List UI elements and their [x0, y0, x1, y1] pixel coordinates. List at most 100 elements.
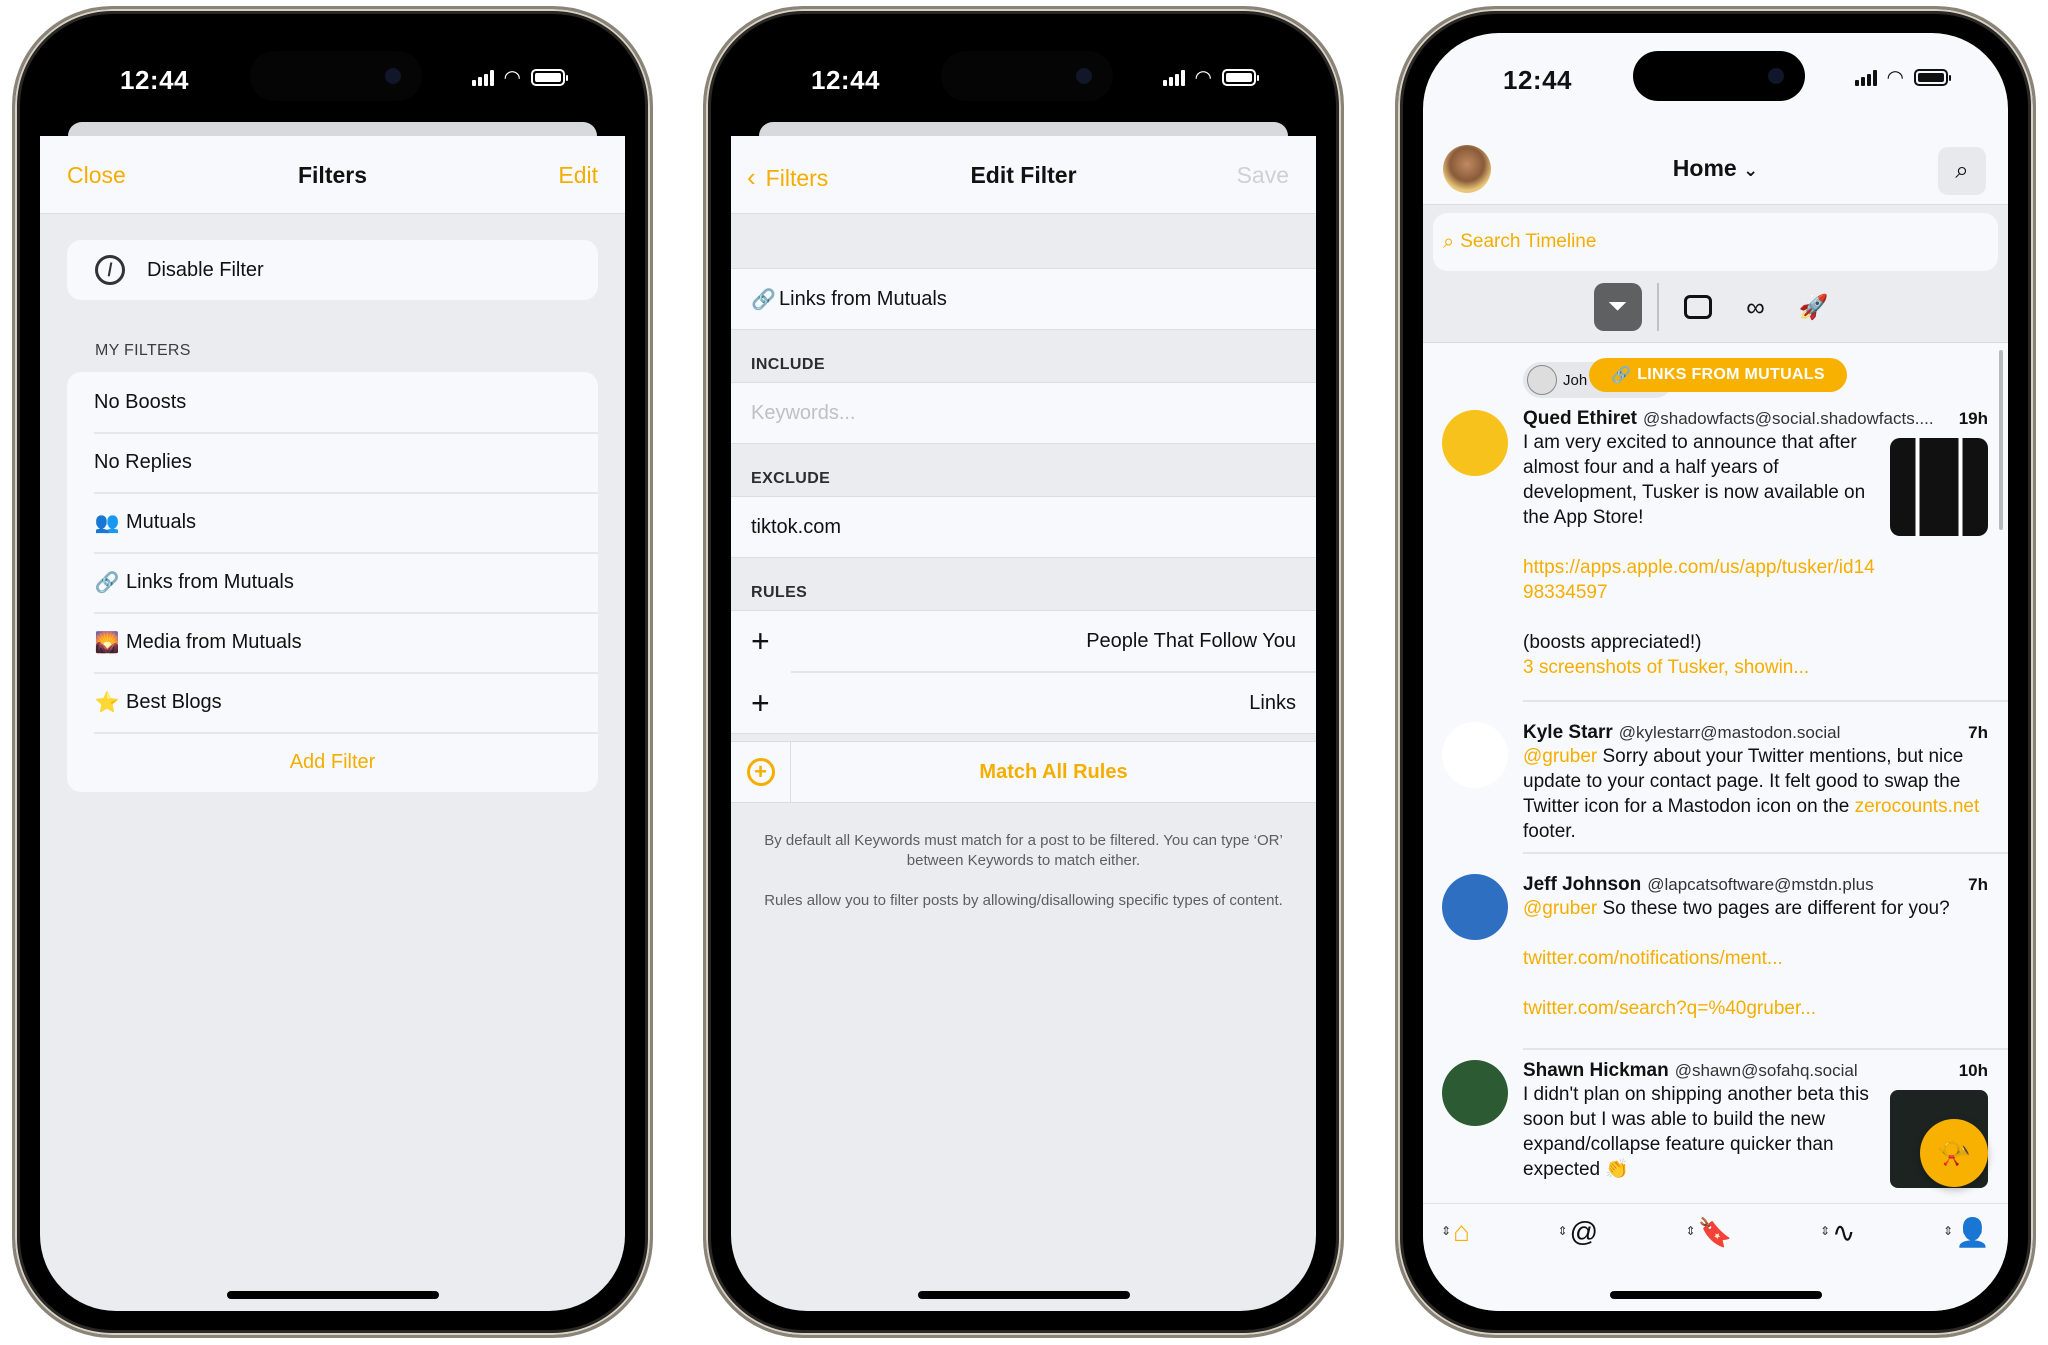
mention-link[interactable]: @gruber — [1523, 746, 1597, 767]
post-text: So these two pages are different for you… — [1597, 898, 1950, 919]
post-text: I didn't plan on shipping another beta t… — [1523, 1084, 1869, 1180]
status-bar: 12:44 ◠ — [1423, 33, 2008, 133]
post-author: Qued Ethiret — [1523, 408, 1638, 429]
post-link[interactable]: zerocounts.net — [1855, 796, 1980, 817]
battery-icon — [1222, 69, 1259, 86]
post-link[interactable]: https://apps.apple.com/us/app/tusker/id1… — [1523, 555, 1883, 605]
filter-label: Links from Mutuals — [126, 570, 294, 593]
signal-icon — [471, 69, 494, 86]
disable-filter-button[interactable]: / Disable Filter — [67, 240, 598, 300]
match-label: Match All Rules — [979, 760, 1128, 783]
save-button[interactable]: Save — [1237, 162, 1289, 189]
sunrise-icon: 🌄 — [94, 631, 120, 654]
post-avatar[interactable] — [1442, 1060, 1508, 1126]
post[interactable]: Qued Ethiret @shadowfacts@social.shadowfa… — [1423, 408, 2008, 680]
back-button[interactable]: ‹ Filters — [747, 162, 828, 193]
divider — [1523, 700, 2008, 702]
post-time: 10h — [1958, 1061, 1988, 1080]
edit-button[interactable]: Edit — [558, 162, 598, 189]
post[interactable]: Shawn Hickman @shawn@sofahq.social 10h I d… — [1423, 1060, 2008, 1203]
post-author: Kyle Starr — [1523, 722, 1613, 743]
exclude-keywords-input[interactable]: tiktok.com — [731, 497, 1316, 557]
status-time: 12:44 — [1503, 65, 1572, 95]
tab-home[interactable]: ⇕ ⌂ — [1441, 1216, 1470, 1256]
post-avatar[interactable] — [1442, 722, 1508, 788]
reorder-icon: ⇕ — [1441, 1224, 1452, 1238]
mention-link[interactable]: @gruber — [1523, 898, 1597, 919]
compose-button[interactable]: 📯 — [1920, 1119, 1988, 1187]
match-all-rules-button[interactable]: + Match All Rules — [731, 742, 1316, 802]
rules-group: + People That Follow You + Links — [731, 610, 1316, 734]
nav-bar: ‹ Filters Edit Filter Save — [731, 136, 1316, 214]
trumpet-icon: 📯 — [1936, 1137, 1972, 1169]
star-icon: ⭐ — [94, 691, 120, 714]
rules-label: RULES — [751, 584, 808, 601]
filter-name-field[interactable]: 🔗 Links from Mutuals — [731, 269, 1316, 329]
edit-filter-sheet: ‹ Filters Edit Filter Save 🔗 Links from M… — [731, 136, 1316, 1311]
include-keywords-input[interactable]: Keywords... — [731, 383, 1316, 443]
media-description[interactable]: 3 screenshots of Tusker, showin... — [1523, 655, 1878, 680]
boosts-filter-button[interactable]: 🚀 — [1790, 283, 1838, 331]
post-link[interactable]: twitter.com/notifications/ment... — [1523, 946, 1988, 971]
tab-mentions[interactable]: ⇕ @ — [1558, 1216, 1599, 1256]
match-group: + Match All Rules — [731, 741, 1316, 803]
search-placeholder: Search Timeline — [1460, 231, 1597, 252]
post[interactable]: Jeff Johnson @lapcatsoftware@mstdn.plus 7h… — [1423, 874, 2008, 1021]
booster-name: Joh — [1563, 371, 1588, 389]
filter-item[interactable]: No Replies — [67, 432, 598, 492]
post-handle: @shawn@sofahq.social — [1674, 1061, 1858, 1080]
tab-bookmarks[interactable]: ⇕ 🔖 — [1686, 1216, 1733, 1256]
timeline-feed: Joh 🔗 LINKS FROM MUTUALS Qued Ethiret @sha… — [1423, 344, 2008, 1203]
rule-row[interactable]: + People That Follow You — [731, 611, 1316, 671]
rule-row[interactable]: + Links — [731, 673, 1316, 733]
post-text: footer. — [1523, 821, 1576, 842]
close-button[interactable]: Close — [67, 162, 126, 189]
media-filter-button[interactable] — [1674, 283, 1722, 331]
filter-item[interactable]: 🔗 Links from Mutuals — [67, 552, 598, 612]
post-author: Jeff Johnson — [1523, 874, 1642, 895]
links-filter-button[interactable]: ∞ — [1732, 283, 1780, 331]
magnifier-icon: ⌕ — [1955, 157, 1969, 184]
battery-icon — [531, 69, 568, 86]
filter-label: Best Blogs — [126, 690, 222, 713]
phone-edit-filter: 12:44 ◠ ‹ Filters Edit Filter Save 🔗 Link… — [703, 6, 1344, 1338]
wifi-icon: ◠ — [1194, 66, 1212, 89]
post[interactable]: Kyle Starr @kylestarr@mastodon.social 7h @… — [1423, 722, 2008, 844]
exclude-label: EXCLUDE — [751, 470, 831, 487]
post-link[interactable]: twitter.com/search?q=%40gruber... — [1523, 996, 1988, 1021]
filter-funnel-button[interactable]: ⏷ — [1593, 283, 1642, 331]
active-filter-badge[interactable]: 🔗 LINKS FROM MUTUALS — [1589, 358, 1847, 392]
tab-profile[interactable]: ⇕ 👤 — [1943, 1216, 1990, 1256]
filter-item[interactable]: 🌄 Media from Mutuals — [67, 612, 598, 672]
post-author: Shawn Hickman — [1523, 1060, 1669, 1081]
filter-label: No Boosts — [94, 390, 187, 413]
timeline-title: Home — [1672, 155, 1737, 181]
timeline-header: Home ⌄ ⌕ — [1423, 133, 2008, 205]
filter-item[interactable]: 👥 Mutuals — [67, 492, 598, 552]
camera — [1076, 68, 1092, 84]
link-icon: 🔗 — [94, 571, 120, 594]
post-avatar[interactable] — [1442, 410, 1508, 476]
filter-item[interactable]: ⭐ Best Blogs — [67, 672, 598, 732]
rule-label: Links — [1249, 691, 1296, 714]
filter-item[interactable]: No Boosts — [67, 372, 598, 432]
add-filter-button[interactable]: Add Filter — [67, 732, 598, 792]
explore-search-button[interactable]: ⌕ — [1938, 147, 1986, 195]
link-icon: 🔗 — [751, 288, 776, 311]
link-icon: 🔗 — [1611, 367, 1632, 384]
post-avatar[interactable] — [1442, 874, 1508, 940]
phone-filters: 12:44 ◠ Close Filters Edit / Disable Fil… — [12, 6, 653, 1338]
post-media-thumbnail[interactable] — [1890, 438, 1988, 536]
profile-icon: 👤 — [1955, 1217, 1990, 1248]
disable-filter-card: / Disable Filter — [67, 240, 598, 300]
status-time: 12:44 — [120, 65, 189, 95]
include-label: INCLUDE — [751, 356, 825, 373]
disable-icon: / — [95, 255, 125, 285]
chevron-down-icon: ⌄ — [1743, 160, 1759, 180]
reorder-icon: ⇕ — [1557, 1224, 1568, 1238]
timeline-selector[interactable]: Home ⌄ — [1423, 155, 2008, 182]
photo-icon — [1683, 295, 1712, 319]
tab-activity[interactable]: ⇕ ∿ — [1820, 1216, 1856, 1256]
filter-bar: ⌕ Search Timeline ⏷ ∞ 🚀 — [1423, 205, 2008, 343]
search-timeline-input[interactable]: ⌕ Search Timeline — [1433, 213, 1998, 271]
